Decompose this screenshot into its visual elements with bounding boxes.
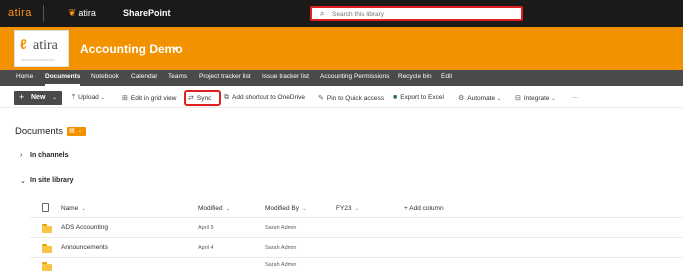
column-header-name[interactable]: Name ⌄ — [61, 205, 86, 212]
logo-mark-icon: ℓ — [20, 36, 27, 52]
nav-project-tracker[interactable]: Project tracker list — [199, 73, 251, 80]
folder-icon — [42, 224, 52, 233]
pin-icon: ✎ — [318, 95, 324, 102]
add-shortcut-label: Add shortcut to OneDrive — [232, 94, 305, 101]
column-header-fy23[interactable]: FY23 ⌄ — [336, 205, 359, 212]
group-label: In site library — [30, 177, 74, 184]
modified-by[interactable]: Sarah Admin — [265, 225, 297, 231]
new-label: New — [31, 94, 46, 101]
atira-mark-icon: ❦ — [68, 8, 77, 19]
upload-label: Upload — [78, 94, 99, 101]
app-logo[interactable]: ❦ atira — [68, 8, 96, 19]
modified-date: April 5 — [198, 225, 214, 231]
suite-bar: atira ❦ atira SharePoint ⌕ — [0, 0, 683, 27]
excel-icon: ■ — [393, 94, 398, 101]
column-label: Name — [61, 205, 79, 212]
more-button[interactable]: ··· — [572, 94, 579, 101]
chevron-down-icon: ⌄ — [354, 206, 360, 212]
automate-button[interactable]: ⚙ Automate ⌄ — [458, 94, 501, 102]
upload-icon: ⤒ — [72, 94, 76, 101]
folder-icon — [42, 244, 52, 253]
nav-accounting-permissions[interactable]: Accounting Permissions — [320, 73, 389, 80]
site-logo-text: atira — [33, 38, 58, 53]
search-box[interactable]: ⌕ — [310, 6, 523, 21]
grid-edit-icon: ⊞ — [122, 95, 128, 102]
chevron-down-icon: ⌄ — [100, 95, 105, 101]
nav-edit[interactable]: Edit — [441, 73, 452, 80]
modified-date: April 4 — [198, 245, 214, 251]
integrate-button[interactable]: ⊟ Integrate ⌄ — [515, 94, 556, 102]
file-name-link[interactable]: ADS Accounting — [61, 224, 108, 231]
chevron-down-icon: ⌄ — [225, 206, 231, 212]
automate-label: Automate — [467, 95, 496, 102]
row-divider — [30, 217, 683, 218]
automate-icon: ⚙ — [458, 95, 465, 102]
folder-icon — [42, 262, 52, 271]
chevron-down-icon: ⌄ — [52, 95, 58, 101]
chevron-down-icon: ⌄ — [81, 206, 86, 212]
group-in-site-library[interactable]: ⌄ In site library — [20, 177, 74, 185]
export-excel-button[interactable]: ■ Export to Excel — [393, 94, 444, 101]
integrate-label: Integrate — [523, 95, 550, 102]
divider — [43, 5, 44, 22]
nav-home[interactable]: Home — [16, 73, 33, 80]
new-button[interactable]: + New ⌄ — [14, 91, 62, 105]
site-logo[interactable]: ℓ atira ━━━━━━━━━━━━━━━━ — [14, 30, 69, 67]
integrate-icon: ⊟ — [515, 95, 521, 102]
nav-documents[interactable]: Documents — [45, 73, 81, 86]
column-header-modified[interactable]: Modified ⌄ — [198, 205, 230, 212]
speaker-icon[interactable]: 🔈︎ — [174, 43, 179, 54]
edit-grid-button[interactable]: ⊞ Edit in grid view — [122, 94, 176, 102]
add-shortcut-button[interactable]: ⧉ Add shortcut to OneDrive — [224, 94, 305, 102]
site-navigation: Home Documents Notebook Calendar Teams P… — [0, 70, 683, 86]
nav-issue-tracker[interactable]: Issue tracker list — [262, 73, 309, 80]
chevron-down-icon: ⌄ — [551, 96, 556, 102]
nav-calendar[interactable]: Calendar — [131, 73, 157, 80]
column-label: FY23 — [336, 205, 352, 212]
group-label: In channels — [30, 152, 69, 159]
modified-by[interactable]: Sarah Admin — [265, 245, 297, 251]
pin-label: Pin to Quick access — [326, 95, 384, 102]
search-input[interactable] — [332, 9, 517, 19]
file-icon — [42, 203, 49, 212]
nav-teams[interactable]: Teams — [168, 73, 187, 80]
row-divider — [30, 257, 683, 258]
sync-label: Sync — [196, 95, 212, 102]
upload-button[interactable]: ⤒ Upload ⌄ — [72, 94, 105, 102]
group-in-channels[interactable]: › In channels — [20, 152, 69, 159]
site-title[interactable]: Accounting Demo — [80, 42, 183, 56]
column-label: Modified By — [265, 205, 299, 212]
add-column-button[interactable]: + Add column — [404, 205, 444, 212]
search-icon: ⌕ — [320, 9, 325, 18]
file-name-link[interactable]: Announcements — [61, 244, 108, 251]
chevron-down-icon: ⌄ — [78, 128, 83, 134]
sync-icon: ⇄ — [188, 95, 194, 102]
product-name[interactable]: SharePoint — [123, 8, 171, 18]
logo-tagline-graphic: ━━━━━━━━━━━━━━━━ — [21, 58, 55, 62]
export-label: Export to Excel — [400, 94, 444, 101]
chevron-right-icon: › — [20, 152, 23, 159]
view-library-icon: ▤ — [69, 128, 75, 134]
brand-logo[interactable]: atira — [8, 7, 32, 19]
column-label: Modified — [198, 205, 223, 212]
app-logo-text: atira — [78, 8, 96, 18]
view-switcher[interactable]: ▤ ⌄ — [67, 127, 86, 136]
edit-grid-label: Edit in grid view — [130, 95, 177, 102]
chevron-down-icon: ⌄ — [496, 96, 502, 102]
nav-notebook[interactable]: Notebook — [91, 73, 119, 80]
pin-button[interactable]: ✎ Pin to Quick access — [318, 94, 384, 102]
plus-icon: + — [19, 92, 25, 102]
column-header-modified-by[interactable]: Modified By ⌄ — [265, 205, 307, 212]
shortcut-icon: ⧉ — [224, 94, 229, 101]
sync-button[interactable]: ⇄ Sync — [188, 94, 211, 102]
modified-by[interactable]: Sarah Admin — [265, 262, 297, 268]
row-divider — [30, 237, 683, 238]
library-title: Documents — [15, 126, 64, 137]
chevron-down-icon: ⌄ — [20, 178, 26, 185]
chevron-down-icon: ⌄ — [301, 206, 307, 212]
nav-recycle-bin[interactable]: Recycle bin — [398, 73, 432, 80]
